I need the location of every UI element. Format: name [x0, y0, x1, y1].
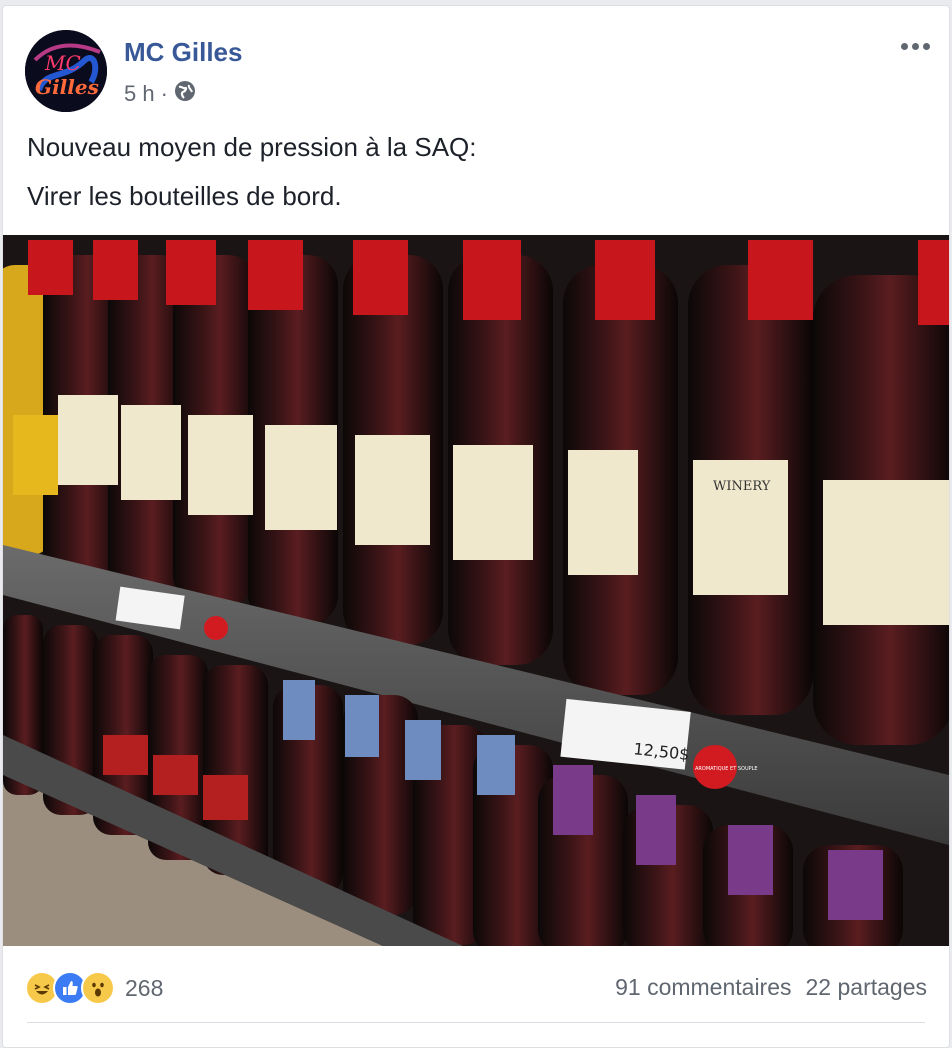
svg-text:MC: MC [44, 51, 81, 75]
winery-label-text: WINERY [713, 479, 771, 494]
meta-separator: · [160, 81, 168, 106]
post-time[interactable]: 5 h [124, 81, 155, 107]
reaction-summary[interactable]: 268 [25, 970, 163, 1006]
post-stats: 91 commentaires 22 partages [615, 974, 927, 1001]
post-text-line-2: Virer les bouteilles de bord. [27, 181, 342, 211]
reaction-count: 268 [125, 974, 164, 1001]
author-avatar[interactable]: MC Gilles [25, 30, 107, 112]
author-name[interactable]: MC Gilles [124, 37, 242, 68]
more-options-icon[interactable] [897, 34, 933, 58]
wine-shelf-image: WINERY 12,50$ AROMATIQUE ET SOUPLE [3, 235, 949, 946]
globe-icon[interactable] [174, 80, 196, 108]
footer-divider [27, 1022, 925, 1023]
shares-link[interactable]: 22 partages [806, 974, 927, 1001]
post-meta: 5 h · [124, 80, 196, 108]
comments-link[interactable]: 91 commentaires [615, 974, 791, 1001]
svg-text:Gilles: Gilles [35, 75, 99, 99]
post-text-line-1: Nouveau moyen de pression à la SAQ: [27, 132, 477, 162]
wow-icon [81, 971, 115, 1005]
avatar-image: MC Gilles [25, 30, 107, 112]
post-photo[interactable]: WINERY 12,50$ AROMATIQUE ET SOUPLE [3, 235, 949, 946]
sticker-text: AROMATIQUE ET SOUPLE [695, 766, 758, 772]
post-footer: 268 91 commentaires 22 partages [3, 946, 949, 1026]
post-card: MC Gilles MC Gilles 5 h · Nouveau moyen … [2, 5, 950, 1048]
